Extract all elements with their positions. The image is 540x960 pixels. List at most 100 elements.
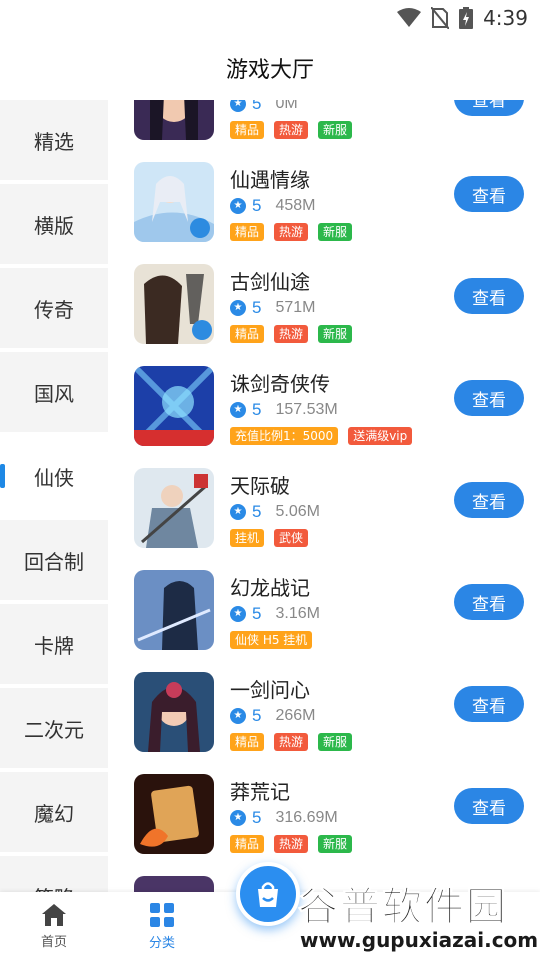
game-name: 仙遇情缘	[230, 168, 310, 192]
sidebar-item-guofeng[interactable]: 国风	[0, 352, 108, 432]
sidebar-item-kapai[interactable]: 卡牌	[0, 604, 108, 684]
star-icon: ★	[230, 606, 246, 622]
list-item[interactable]: 古剑仙途 ★ 5 571M 精品 热游 新服 查看	[108, 254, 540, 356]
game-thumbnail	[134, 468, 214, 548]
game-thumbnail	[134, 774, 214, 854]
nav-home[interactable]: 首页	[0, 892, 108, 960]
game-size: 157.53M	[275, 401, 338, 418]
star-icon: ★	[230, 198, 246, 214]
game-tags: 挂机 武侠	[230, 529, 309, 547]
game-tags: 精品 热游 新服	[230, 733, 353, 751]
sidebar-item-celue[interactable]: 策略	[0, 856, 108, 892]
game-name: 幻龙战记	[230, 576, 310, 600]
sidebar-item-label: 精选	[34, 129, 74, 154]
game-score: 5	[252, 604, 262, 623]
game-meta: ★ 5 316.69M	[230, 808, 338, 828]
game-score: 5	[252, 706, 262, 725]
game-tags: 精品 热游 新服	[230, 121, 353, 139]
tag-badge: 新服	[318, 325, 353, 343]
sidebar-item-jingxuan[interactable]: 精选	[0, 100, 108, 180]
sidebar-item-label: 国风	[34, 381, 74, 406]
view-button[interactable]: 查看	[454, 380, 524, 416]
game-thumbnail	[134, 162, 214, 242]
view-button[interactable]: 查看	[454, 482, 524, 518]
wifi-icon	[397, 8, 422, 27]
game-meta: ★ 5 571M	[230, 298, 316, 318]
list-item[interactable]: 莽荒记 ★ 5 316.69M 精品 热游 新服 查看	[108, 764, 540, 866]
view-button[interactable]: 查看	[454, 100, 524, 116]
nav-category[interactable]: 分类	[108, 892, 216, 960]
view-button[interactable]: 查看	[454, 176, 524, 212]
game-size: 458M	[275, 197, 316, 214]
view-button[interactable]: 查看	[454, 788, 524, 824]
sidebar-item-label: 二次元	[24, 717, 84, 742]
list-item[interactable]: 天际破 ★ 5 5.06M 挂机 武侠 查看	[108, 458, 540, 560]
nav-home-label: 首页	[40, 934, 67, 950]
game-tags: 充值比例1：5000 送满级vip	[230, 427, 413, 445]
list-item[interactable]: 仙遇情缘 ★ 5 458M 精品 热游 新服 查看	[108, 152, 540, 254]
sidebar-item-label: 策略	[34, 882, 74, 893]
game-thumbnail	[134, 876, 214, 892]
game-meta: ★ 5 5.06M	[230, 502, 320, 522]
shop-fab-button[interactable]	[236, 862, 300, 926]
game-thumbnail	[134, 570, 214, 650]
battery-charging-icon	[459, 7, 474, 29]
tag-badge: 新服	[318, 835, 353, 853]
title-bar: 游戏大厅	[0, 36, 540, 100]
tag-badge: 热游	[274, 835, 309, 853]
home-icon	[42, 903, 66, 926]
game-size: 316.69M	[275, 809, 338, 826]
game-thumbnail	[134, 100, 214, 140]
game-score: 5	[252, 400, 262, 419]
star-icon: ★	[230, 300, 246, 316]
shopping-bag-icon	[258, 882, 278, 907]
game-score: 5	[252, 808, 262, 827]
game-tags: 仙侠 H5 挂机	[230, 631, 313, 649]
game-thumbnail	[134, 264, 214, 344]
tag-badge: 精品	[230, 835, 265, 853]
list-item[interactable]: 诛剑奇侠传 ★ 5 157.53M 充值比例1：5000 送满级vip 查看	[108, 356, 540, 458]
active-indicator	[0, 464, 5, 488]
game-thumbnail	[134, 672, 214, 752]
game-score: 5	[252, 100, 262, 113]
list-item[interactable]: ★ 5 0M 精品 热游 新服 查看	[108, 100, 540, 152]
sidebar-item-erciyuan[interactable]: 二次元	[0, 688, 108, 768]
tag-badge: 精品	[230, 223, 265, 241]
status-bar: 4:39	[0, 0, 540, 36]
game-size: 0M	[275, 100, 298, 112]
star-icon: ★	[230, 100, 246, 112]
tag-badge: 武侠	[274, 529, 309, 547]
star-icon: ★	[230, 708, 246, 724]
list-item[interactable]: 一剑问心 ★ 5 266M 精品 热游 新服 查看	[108, 662, 540, 764]
game-name: 古剑仙途	[230, 270, 310, 294]
list-item[interactable]: 幻龙战记 ★ 5 3.16M 仙侠 H5 挂机 查看	[108, 560, 540, 662]
game-size: 571M	[275, 299, 316, 316]
tag-badge: 精品	[230, 121, 265, 139]
sidebar-item-label: 横版	[34, 213, 74, 238]
sidebar-item-label: 回合制	[24, 549, 84, 574]
tag-badge: 热游	[274, 121, 309, 139]
watermark-url: www.gupuxiazai.com	[300, 928, 539, 952]
game-tags: 精品 热游 新服	[230, 325, 353, 343]
status-time: 4:39	[483, 6, 528, 30]
view-button[interactable]: 查看	[454, 686, 524, 722]
view-button[interactable]: 查看	[454, 584, 524, 620]
sidebar-item-huihezhi[interactable]: 回合制	[0, 520, 108, 600]
game-size: 5.06M	[275, 503, 320, 520]
no-sim-icon	[431, 7, 450, 29]
view-button[interactable]: 查看	[454, 278, 524, 314]
status-icons: 4:39	[397, 6, 528, 30]
tag-badge: 送满级vip	[348, 427, 413, 445]
tag-badge: 热游	[274, 733, 309, 751]
tag-badge: 热游	[274, 223, 309, 241]
sidebar-item-mohuan[interactable]: 魔幻	[0, 772, 108, 852]
game-name: 天际破	[230, 474, 290, 498]
sidebar-item-hengban[interactable]: 横版	[0, 184, 108, 264]
sidebar-item-chuanqi[interactable]: 传奇	[0, 268, 108, 348]
game-tags: 精品 热游 新服	[230, 835, 353, 853]
game-name: 一剑问心	[230, 678, 310, 702]
page-title: 游戏大厅	[225, 58, 314, 83]
tag-badge: 仙侠 H5 挂机	[230, 631, 313, 649]
sidebar-item-xianxia[interactable]: 仙侠	[0, 436, 108, 516]
game-meta: ★ 5 266M	[230, 706, 316, 726]
